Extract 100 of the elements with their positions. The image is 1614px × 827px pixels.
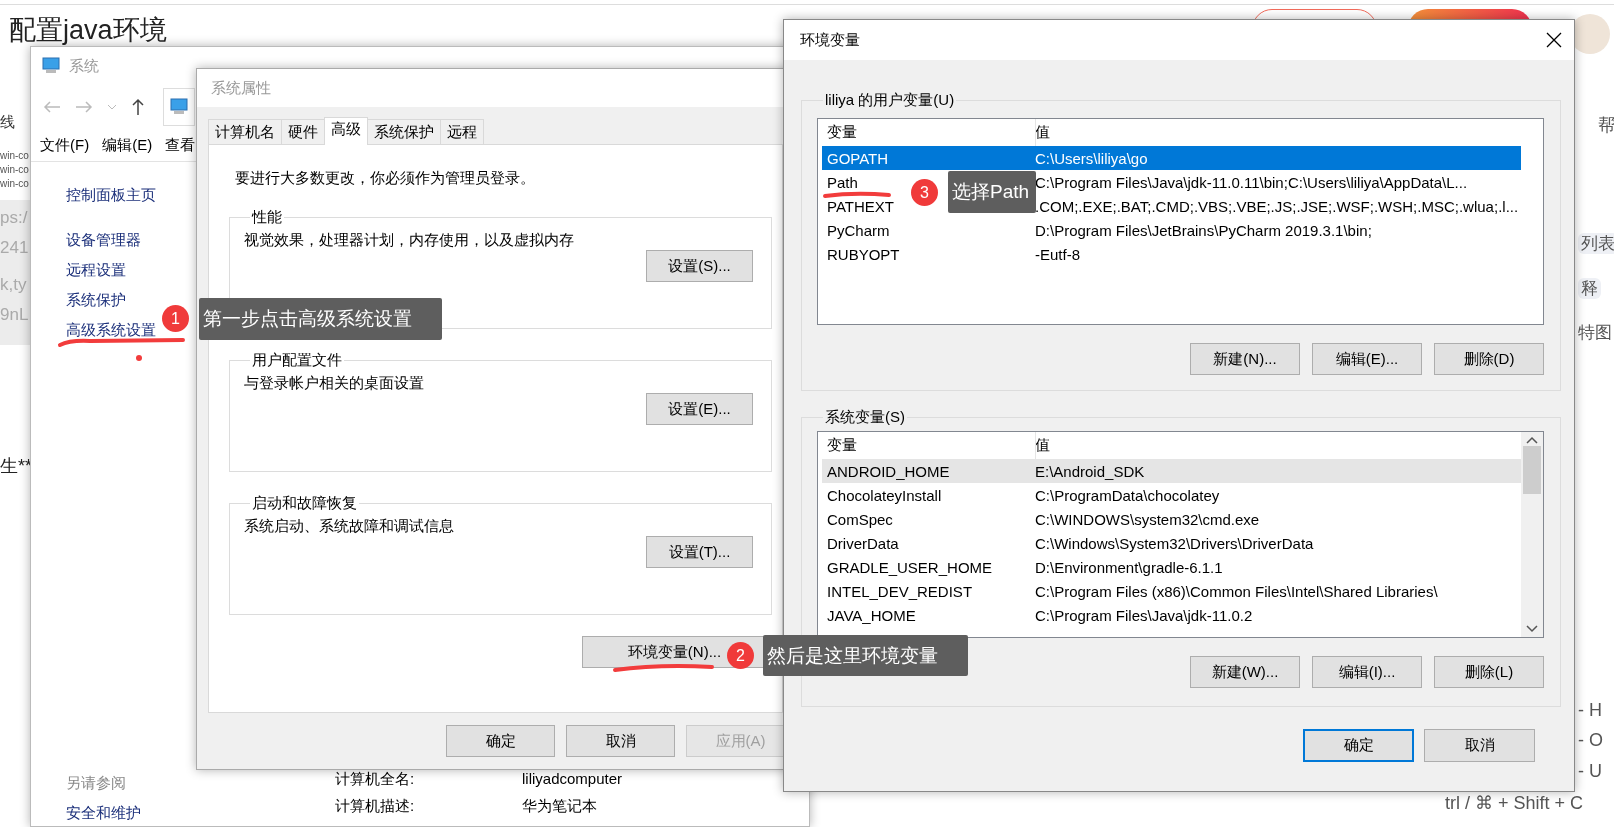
- selected-row[interactable]: GOPATH C:\Users\liliya\go: [822, 146, 1521, 170]
- tab[interactable]: 远程: [440, 119, 484, 144]
- callout-tooltip: 选择Path: [948, 171, 1036, 213]
- computer-icon: [41, 57, 61, 75]
- variable-name: DriverData: [827, 534, 899, 552]
- text-fragment: win-co: [0, 177, 29, 191]
- chevron-down-icon[interactable]: [1526, 625, 1538, 633]
- text-fragment: 释: [1578, 278, 1601, 299]
- variable-name: Path: [827, 173, 858, 191]
- back-arrow-icon[interactable]: [43, 100, 61, 114]
- list-action-button[interactable]: 删除(L): [1434, 656, 1544, 688]
- up-arrow-icon[interactable]: [131, 98, 145, 116]
- group-description: 与登录帐户相关的桌面设置: [244, 374, 424, 393]
- sidebar-link[interactable]: 系统保护: [66, 285, 126, 315]
- callout-tooltip: 然后是这里环境变量: [763, 635, 968, 676]
- dialog-button[interactable]: 确定: [1303, 729, 1414, 762]
- tab[interactable]: 高级: [324, 117, 368, 145]
- sidebar-link[interactable]: 控制面板主页: [66, 180, 156, 210]
- variable-value: C:\ProgramData\chocolatey: [1035, 486, 1220, 504]
- menu-item[interactable]: 查看: [165, 135, 196, 155]
- variable-name: RUBYOPT: [827, 245, 900, 263]
- dialog-title: 环境变量: [800, 30, 860, 50]
- detail-label: 计算机全名:: [335, 770, 415, 789]
- settings-button[interactable]: 设置(S)...: [646, 250, 753, 282]
- variable-value: C:\WINDOWS\system32\cmd.exe: [1035, 510, 1260, 528]
- column-header[interactable]: 值: [1035, 123, 1050, 142]
- variable-value: -Eutf-8: [1035, 245, 1080, 263]
- close-icon[interactable]: [1546, 32, 1562, 48]
- text-fragment: ps:/: [0, 207, 28, 228]
- notice-text: 要进行大多数更改，你必须作为管理员登录。: [235, 169, 535, 188]
- scribble-dot: [136, 355, 142, 361]
- column-header[interactable]: 变量: [827, 123, 857, 142]
- text-fragment: - O: [1578, 729, 1603, 751]
- sidebar-link[interactable]: 高级系统设置: [66, 315, 156, 345]
- text-fragment: 241: [0, 237, 29, 258]
- callout-tooltip: 第一步点击高级系统设置: [199, 298, 442, 340]
- variable-value: C:\Program Files\Java\jdk-11.0.11\bin;C:\Users\liliya\AppData\L...: [1035, 173, 1468, 191]
- tab[interactable]: 计算机名: [208, 119, 282, 144]
- variable-name: GRADLE_USER_HOME: [827, 558, 993, 576]
- menu-item[interactable]: 编辑(E): [102, 135, 153, 155]
- list-action-button[interactable]: 新建(W)...: [1190, 656, 1300, 688]
- sidebar-link[interactable]: 设备管理器: [66, 225, 141, 255]
- group-label: 性能: [250, 208, 283, 227]
- detail-label: 计算机描述:: [335, 797, 415, 816]
- dialog-button[interactable]: 确定: [446, 725, 555, 757]
- scrollbar-thumb[interactable]: [1523, 446, 1541, 494]
- scribble-underline: [823, 191, 891, 198]
- group-label: 启动和故障恢复: [251, 494, 358, 513]
- variable-name: ChocolateyInstall: [827, 486, 942, 504]
- forward-arrow-icon[interactable]: [75, 100, 93, 114]
- variable-value: D:\Environment\gradle-6.1.1: [1035, 558, 1223, 576]
- address-bar[interactable]: [163, 88, 195, 126]
- text-fragment: - U: [1578, 760, 1602, 782]
- group-description: 系统启动、系统故障和调试信息: [244, 517, 454, 536]
- variable-name: INTEL_DEV_REDIST: [827, 582, 973, 600]
- text-fragment: 列表: [1578, 233, 1614, 254]
- variable-value: C:\Program Files (x86)\Common Files\Intel\Shared Libraries\: [1035, 582, 1438, 600]
- settings-button[interactable]: 设置(E)...: [646, 393, 753, 425]
- variable-value: C:\Users\liliya\go: [1035, 149, 1148, 167]
- list-action-button[interactable]: 新建(N)...: [1190, 343, 1300, 375]
- text-fragment: - H: [1578, 699, 1602, 721]
- section-heading: 另请参阅: [66, 773, 126, 793]
- sidebar-link[interactable]: 远程设置: [66, 255, 126, 285]
- sidebar-link[interactable]: 安全和维护: [66, 798, 141, 827]
- detail-value: 华为笔记本: [522, 797, 597, 816]
- list-action-button[interactable]: 删除(D): [1434, 343, 1544, 375]
- column-header[interactable]: 变量: [827, 436, 857, 455]
- menu-item[interactable]: 文件(F): [40, 135, 90, 155]
- variable-name: PyCharm: [827, 221, 890, 239]
- variable-value: E:\Android_SDK: [1035, 462, 1145, 480]
- highlighted-row[interactable]: ANDROID_HOME E:\Android_SDK: [822, 459, 1521, 483]
- variable-name: GOPATH: [827, 149, 889, 167]
- text-fragment: 9nL: [0, 304, 29, 325]
- settings-button[interactable]: 设置(T)...: [646, 536, 753, 568]
- chevron-up-icon[interactable]: [1526, 436, 1538, 444]
- variable-name: PATHEXT: [827, 197, 894, 215]
- dialog-button[interactable]: 取消: [566, 725, 675, 757]
- variable-name: ComSpec: [827, 510, 893, 528]
- column-header[interactable]: 值: [1035, 436, 1050, 455]
- variable-name: JAVA_HOME: [827, 606, 916, 624]
- dialog-button[interactable]: 取消: [1424, 729, 1535, 762]
- text-fragment: win-co: [0, 163, 29, 177]
- list-action-button[interactable]: 编辑(E)...: [1312, 343, 1422, 375]
- variable-value: C:\Windows\System32\Drivers\DriverData: [1035, 534, 1314, 552]
- scrollbar[interactable]: [1521, 432, 1543, 637]
- group-label: 用户配置文件: [251, 351, 343, 370]
- window-title: 系统: [69, 56, 99, 76]
- dialog-title: 系统属性: [211, 78, 271, 98]
- group-description: 视觉效果，处理器计划，内存使用，以及虚拟内存: [244, 231, 574, 250]
- list-action-button[interactable]: 编辑(I)...: [1312, 656, 1422, 688]
- detail-value: liliyadcomputer: [522, 770, 623, 789]
- group-label: liliya 的用户变量(U): [824, 91, 956, 110]
- page-title: 配置java环境: [9, 14, 167, 47]
- variable-value: C:\Program Files\Java\jdk-11.0.2: [1035, 606, 1253, 624]
- text-fragment: 特图: [1578, 322, 1612, 343]
- variable-value: .COM;.EXE;.BAT;.CMD;.VBS;.VBE;.JS;.JSE;.WSF;.WSH;.MSC;.wlua;.l...: [1035, 197, 1519, 215]
- text-fragment: k,ty: [0, 274, 27, 295]
- text-fragment: trl / ⌘ + Shift + C: [1445, 792, 1584, 814]
- text-fragment: win-co: [0, 149, 29, 163]
- variable-value: D:\Program Files\JetBrains\PyCharm 2019.3.1\bin;: [1035, 221, 1372, 239]
